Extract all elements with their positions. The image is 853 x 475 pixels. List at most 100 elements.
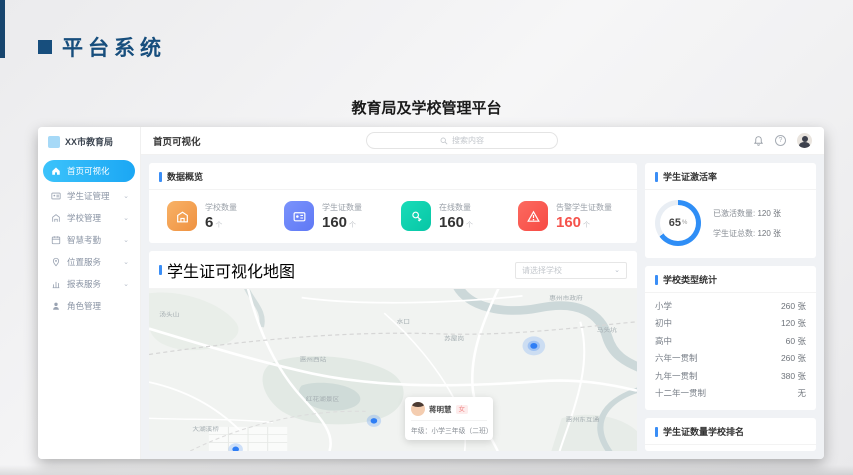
accent-bar (159, 265, 162, 275)
sidebar-item-school-mgmt[interactable]: 学校管理 ⌄ (43, 208, 135, 228)
chevron-down-icon: ⌄ (123, 280, 129, 288)
stats-row: 学校数量 6个 学生证数量 160个 (149, 190, 637, 243)
student-popup[interactable]: 蒋明慧 女 年级：小学三年级（二班） (405, 397, 493, 440)
table-row: 十二年一贯制无 (655, 385, 806, 403)
user-icon (51, 301, 61, 311)
stat-schools: 学校数量 6个 (159, 201, 276, 231)
home-icon (51, 166, 61, 176)
stat-alerts: 告警学生证数量 160个 (510, 201, 627, 231)
table-row: 九年一贯制380 张 (655, 367, 806, 385)
map-label: 惠州西站 (300, 356, 327, 363)
slide-title: 平台系统 (38, 32, 166, 62)
online-count-icon (401, 201, 431, 231)
search-icon (440, 137, 448, 145)
dashboard-content: 数据概览 学校数量 6个 (141, 155, 824, 459)
chevron-down-icon: ⌄ (614, 266, 620, 274)
activation-body: 65% 已激活数量: 120 张 学生证总数: 120 张 (645, 190, 816, 258)
ranking-header: 学生证数量学校排名 (645, 418, 816, 445)
sidebar-item-home-visualization[interactable]: 首页可视化 (43, 160, 135, 182)
table-row: 六年一贯制260 张 (655, 350, 806, 368)
card-title: 数据概览 (167, 170, 203, 183)
sidebar-item-roles[interactable]: 角色管理 (43, 296, 135, 316)
topbar-icons: ? (752, 133, 812, 148)
map-label: 大湖溪桥 (192, 426, 219, 433)
help-icon[interactable]: ? (775, 135, 786, 146)
chevron-down-icon: ⌄ (123, 214, 129, 222)
table-row: 初中120 张 (655, 315, 806, 333)
accent-bar (655, 275, 658, 285)
topbar: 首页可视化 搜索内容 ? (141, 127, 824, 155)
map-label: 汤头山 (159, 311, 179, 318)
chevron-down-icon: ⌄ (123, 258, 129, 266)
report-chart-icon (51, 279, 61, 289)
student-marker[interactable] (367, 415, 381, 427)
brand-name: XX市教育局 (65, 135, 113, 148)
gender-badge: 女 (456, 405, 469, 414)
stat-label: 在线数量 (439, 202, 473, 213)
stat-value: 160个 (322, 215, 362, 230)
chevron-down-icon: ⌄ (123, 192, 129, 200)
student-marker[interactable] (522, 336, 545, 355)
stat-online: 在线数量 160个 (393, 201, 510, 231)
brand: XX市教育局 (38, 127, 140, 154)
school-count-icon (167, 201, 197, 231)
card-title: 学校类型统计 (663, 273, 717, 286)
accent-bar (159, 172, 162, 182)
activation-donut-chart: 65% (655, 200, 701, 246)
accent-bar (655, 172, 658, 182)
card-title: 学生证激活率 (663, 170, 717, 183)
sidebar-item-location[interactable]: 位置服务 ⌄ (43, 252, 135, 272)
sidebar-item-label: 智慧考勤 (67, 234, 101, 246)
activation-header: 学生证激活率 (645, 163, 816, 190)
user-avatar[interactable] (797, 133, 812, 148)
left-column: 数据概览 学校数量 6个 (149, 163, 637, 451)
card-title: 学生证数量学校排名 (663, 425, 744, 438)
data-overview-header: 数据概览 (149, 163, 637, 190)
table-row: 高中60 张 (655, 332, 806, 350)
sidebar-nav: 首页可视化 学生证管理 ⌄ 学校管理 ⌄ (38, 154, 140, 324)
sidebar-item-reports[interactable]: 报表服务 ⌄ (43, 274, 135, 294)
sidebar-item-student-card[interactable]: 学生证管理 ⌄ (43, 186, 135, 206)
sidebar: XX市教育局 首页可视化 学生证管理 ⌄ (38, 127, 141, 459)
title-bullet-square (38, 40, 52, 54)
slide-title-text: 平台系统 (62, 32, 166, 62)
student-popup-header: 蒋明慧 女 (411, 402, 487, 421)
map-label: 惠州东互通 (566, 416, 599, 423)
activation-percent: 65 (669, 217, 681, 229)
brand-logo-icon (48, 136, 60, 148)
school-select-dropdown[interactable]: 请选择学校 ⌄ (515, 262, 627, 279)
search-input[interactable]: 搜索内容 (366, 132, 558, 149)
sidebar-item-label: 位置服务 (67, 256, 101, 268)
student-map-card: 学生证可视化地图 请选择学校 ⌄ (149, 251, 637, 451)
school-type-list: 小学260 张 初中120 张 高中60 张 六年一贯制260 张 九年一贯制3… (645, 293, 816, 410)
bell-icon[interactable] (752, 135, 764, 147)
student-grade: 年级：小学三年级（二班） (411, 421, 487, 435)
chevron-down-icon: ⌄ (123, 236, 129, 244)
stat-label: 学校数量 (205, 202, 237, 213)
student-avatar (411, 402, 425, 416)
activated-count: 已激活数量: 120 张 (713, 208, 781, 219)
sidebar-item-label: 角色管理 (67, 300, 101, 312)
stat-student-cards: 学生证数量 160个 (276, 201, 393, 231)
alert-warning-icon (518, 201, 548, 231)
map-viewport[interactable]: 汤头山 惠州西站 惠州市政府 水口 苏屋岗 红花湖景区 惠州学院 大湖溪桥 惠州… (149, 289, 637, 451)
school-ranking-card: 学生证数量学校排名 龙岗一中260 张 惠州市第一中学120 张 (645, 418, 816, 451)
stat-value: 6个 (205, 215, 237, 230)
search-placeholder: 搜索内容 (452, 135, 484, 146)
ranking-list: 龙岗一中260 张 惠州市第一中学120 张 第一小学60 张 (645, 445, 816, 451)
accent-bar (655, 427, 658, 437)
map-label: 惠州市政府 (549, 295, 582, 302)
stat-value-alert: 160个 (556, 215, 612, 230)
student-name: 蒋明慧 (429, 404, 452, 415)
card-title: 学生证可视化地图 (167, 258, 295, 282)
total-count: 学生证总数: 120 张 (713, 228, 781, 239)
main-area: 首页可视化 搜索内容 ? (141, 127, 824, 459)
breadcrumb: 首页可视化 (153, 134, 201, 148)
stat-label: 学生证数量 (322, 202, 362, 213)
school-icon (51, 213, 61, 223)
stat-value: 160个 (439, 215, 473, 230)
sidebar-item-attendance[interactable]: 智慧考勤 ⌄ (43, 230, 135, 250)
select-placeholder: 请选择学校 (522, 265, 562, 276)
id-card-count-icon (284, 201, 314, 231)
city-map: 汤头山 惠州西站 惠州市政府 水口 苏屋岗 红花湖景区 惠州学院 大湖溪桥 惠州… (149, 289, 637, 451)
